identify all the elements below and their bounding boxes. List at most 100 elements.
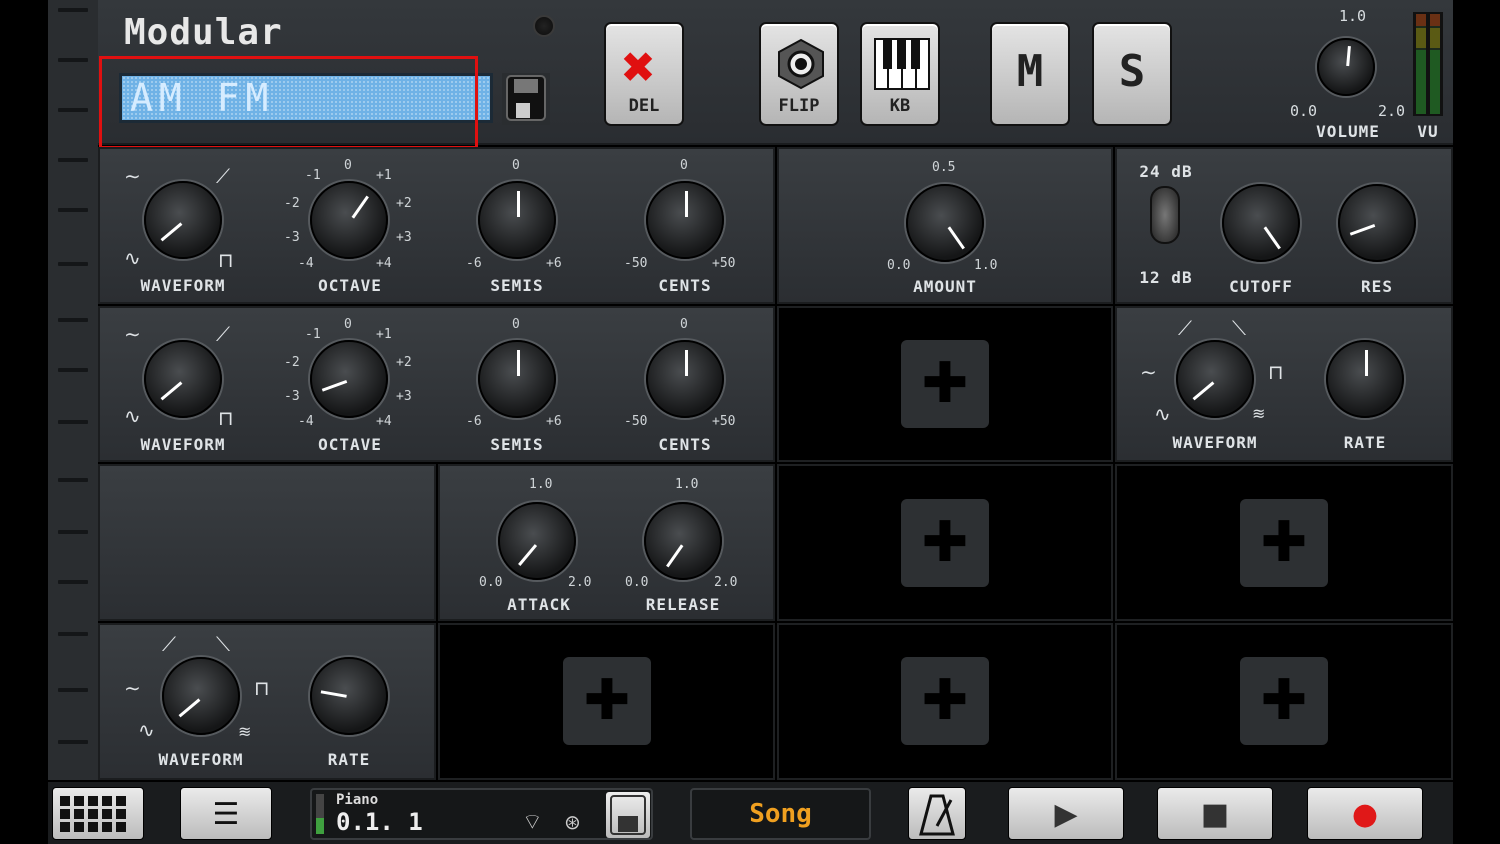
keyboard-button[interactable]: KB — [860, 22, 940, 126]
song-mode-button[interactable]: Song — [690, 788, 871, 840]
osc1-octave-mark: -3 — [284, 230, 300, 245]
floppy-icon — [610, 795, 646, 835]
osc1-cents-knob[interactable] — [646, 181, 724, 259]
mute-button[interactable]: M — [990, 22, 1070, 126]
record-button[interactable]: ● — [1307, 787, 1423, 840]
vu-label: VU — [1417, 122, 1439, 141]
flip-button[interactable]: FLIP — [759, 22, 839, 126]
add-module-button[interactable]: ✚ — [901, 657, 989, 745]
attack-knob[interactable] — [498, 502, 576, 580]
osc2-semis-label: SEMIS — [490, 435, 544, 454]
attack-min-label: 0.0 — [479, 575, 503, 590]
metronome-button[interactable] — [908, 787, 966, 840]
osc2-waveform-knob[interactable] — [144, 340, 222, 418]
stop-button[interactable]: ■ — [1157, 787, 1273, 840]
wifi-icon: ⌔ — [522, 810, 543, 835]
volume-min-label: 0.0 — [1290, 102, 1318, 120]
lfo1-waveform-label: WAVEFORM — [1172, 433, 1258, 452]
song-position: 0.1. 1 — [336, 808, 423, 836]
osc1-cents-min: -50 — [624, 256, 648, 271]
lfo1-rate-knob[interactable] — [1326, 340, 1404, 418]
lfo2-rate-knob[interactable] — [310, 657, 388, 735]
osc2-octave-mark: +3 — [396, 389, 412, 404]
add-module-button[interactable]: ✚ — [1240, 499, 1328, 587]
attack-label: ATTACK — [507, 595, 571, 614]
floppy-icon — [506, 75, 546, 121]
osc2-cents-min: -50 — [624, 414, 648, 429]
volume-high-label: 2.0 — [1378, 102, 1406, 120]
osc2-cents-max: +50 — [712, 414, 736, 429]
osc1-octave-mark: -1 — [305, 168, 321, 183]
lfo2-rate-label: RATE — [327, 750, 371, 769]
sine-wave-icon: ∼ — [124, 164, 141, 188]
saw-up-wave-icon: ⟋ — [1178, 316, 1192, 340]
lfo2-waveform-label: WAVEFORM — [158, 750, 244, 769]
add-module-button[interactable]: ✚ — [563, 657, 651, 745]
saw-down-wave-icon: ⟍ — [216, 632, 230, 656]
osc1-octave-mark: +3 — [396, 230, 412, 245]
osc2-octave-mark: +4 — [376, 414, 392, 429]
blank-module — [98, 464, 436, 621]
saw-down-wave-icon: ⟍ — [1232, 316, 1246, 340]
osc1-waveform-label: WAVEFORM — [140, 276, 226, 295]
osc2-octave-mark: 0 — [344, 317, 352, 332]
grid-icon — [60, 796, 126, 832]
filter-slope-toggle[interactable] — [1150, 186, 1180, 244]
add-module-button[interactable]: ✚ — [901, 340, 989, 428]
instrument-name: Piano — [336, 792, 379, 808]
osc2-octave-label: OCTAVE — [318, 435, 382, 454]
lfo2-waveform-knob[interactable] — [162, 657, 240, 735]
osc2-cents-knob[interactable] — [646, 340, 724, 418]
add-module-button[interactable]: ✚ — [1240, 657, 1328, 745]
sine-wave-icon: ∼ — [1140, 360, 1157, 384]
osc1-semis-knob[interactable] — [478, 181, 556, 259]
left-rail — [48, 0, 98, 780]
osc1-octave-mark: +1 — [376, 168, 392, 183]
lfo1-waveform-knob[interactable] — [1176, 340, 1254, 418]
play-button[interactable]: ▶ — [1008, 787, 1124, 840]
volume-max-label: 1.0 — [1339, 7, 1367, 25]
osc2-semis-min: -6 — [466, 414, 482, 429]
osc1-octave-mark: 0 — [344, 158, 352, 173]
play-icon: ▶ — [1054, 797, 1078, 832]
res-knob[interactable] — [1338, 184, 1416, 262]
volume-label: VOLUME — [1316, 122, 1380, 141]
osc2-octave-mark: -3 — [284, 389, 300, 404]
amount-knob[interactable] — [906, 184, 984, 262]
piano-keys-icon — [874, 38, 930, 90]
osc1-semis-min: -6 — [466, 256, 482, 271]
osc1-cents-zero: 0 — [680, 158, 688, 173]
solo-button[interactable]: S — [1092, 22, 1172, 126]
release-max-label: 2.0 — [714, 575, 738, 590]
cutoff-label: CUTOFF — [1229, 277, 1293, 296]
osc1-waveform-knob[interactable] — [144, 181, 222, 259]
volume-knob[interactable] — [1317, 38, 1375, 96]
transport-display: Piano 0.1. 1 ⌔ ⊛ — [310, 788, 653, 840]
cutoff-knob[interactable] — [1222, 184, 1300, 262]
osc1-octave-knob[interactable] — [310, 181, 388, 259]
screw-icon — [533, 15, 555, 37]
release-label: RELEASE — [645, 595, 721, 614]
osc1-octave-mark: -4 — [298, 256, 314, 271]
osc2-octave-knob[interactable] — [310, 340, 388, 418]
release-knob[interactable] — [644, 502, 722, 580]
add-module-button[interactable]: ✚ — [901, 499, 989, 587]
tri-wave-icon: ∿ — [1154, 402, 1171, 426]
osc1-semis-max: +6 — [546, 256, 562, 271]
osc2-cents-zero: 0 — [680, 317, 688, 332]
menu-button[interactable]: ☰ — [180, 787, 272, 840]
amount-top-label: 0.5 — [932, 160, 956, 175]
del-button[interactable]: ✖ DEL — [604, 22, 684, 126]
amount-min-label: 0.0 — [887, 258, 911, 273]
osc2-semis-knob[interactable] — [478, 340, 556, 418]
osc2-semis-max: +6 — [546, 414, 562, 429]
attack-top-label: 1.0 — [529, 477, 553, 492]
save-patch-button[interactable] — [502, 73, 550, 125]
vu-meter — [1413, 12, 1443, 116]
osc2-octave-mark: +1 — [376, 327, 392, 342]
osc2-octave-mark: +2 — [396, 355, 412, 370]
filter-slope-24-label: 24 dB — [1139, 162, 1193, 181]
save-song-button[interactable] — [606, 792, 650, 838]
grid-view-button[interactable] — [52, 787, 144, 840]
delete-icon: ✖ — [622, 35, 656, 100]
